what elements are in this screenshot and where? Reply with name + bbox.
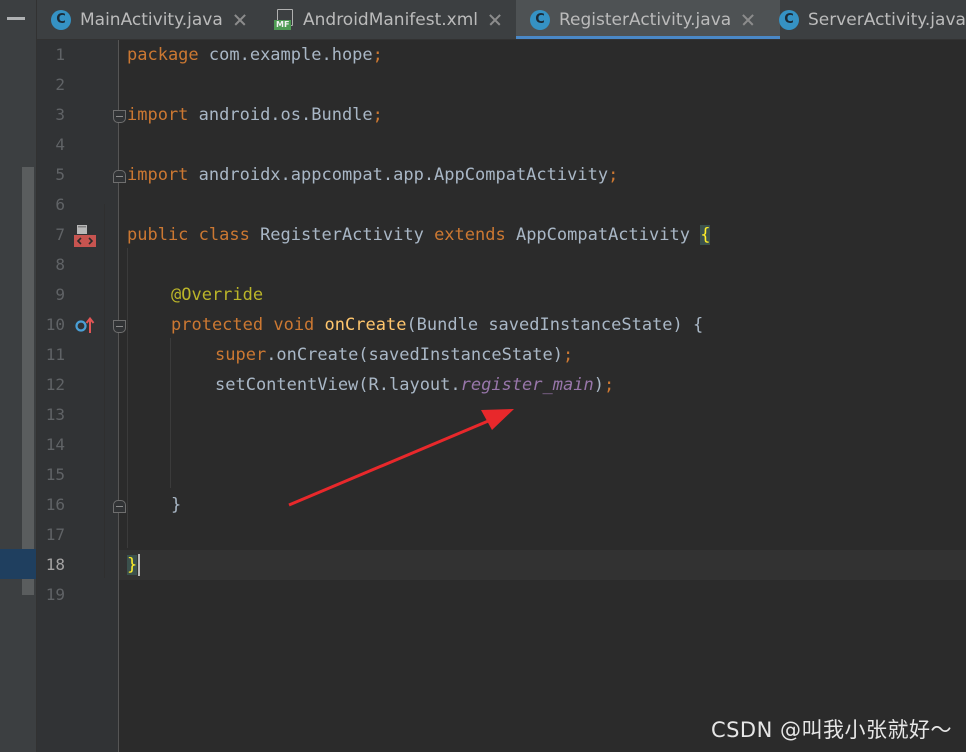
watermark: CSDN @叫我小张就好～ [710, 718, 952, 742]
annotation-arrow-icon [288, 409, 514, 507]
